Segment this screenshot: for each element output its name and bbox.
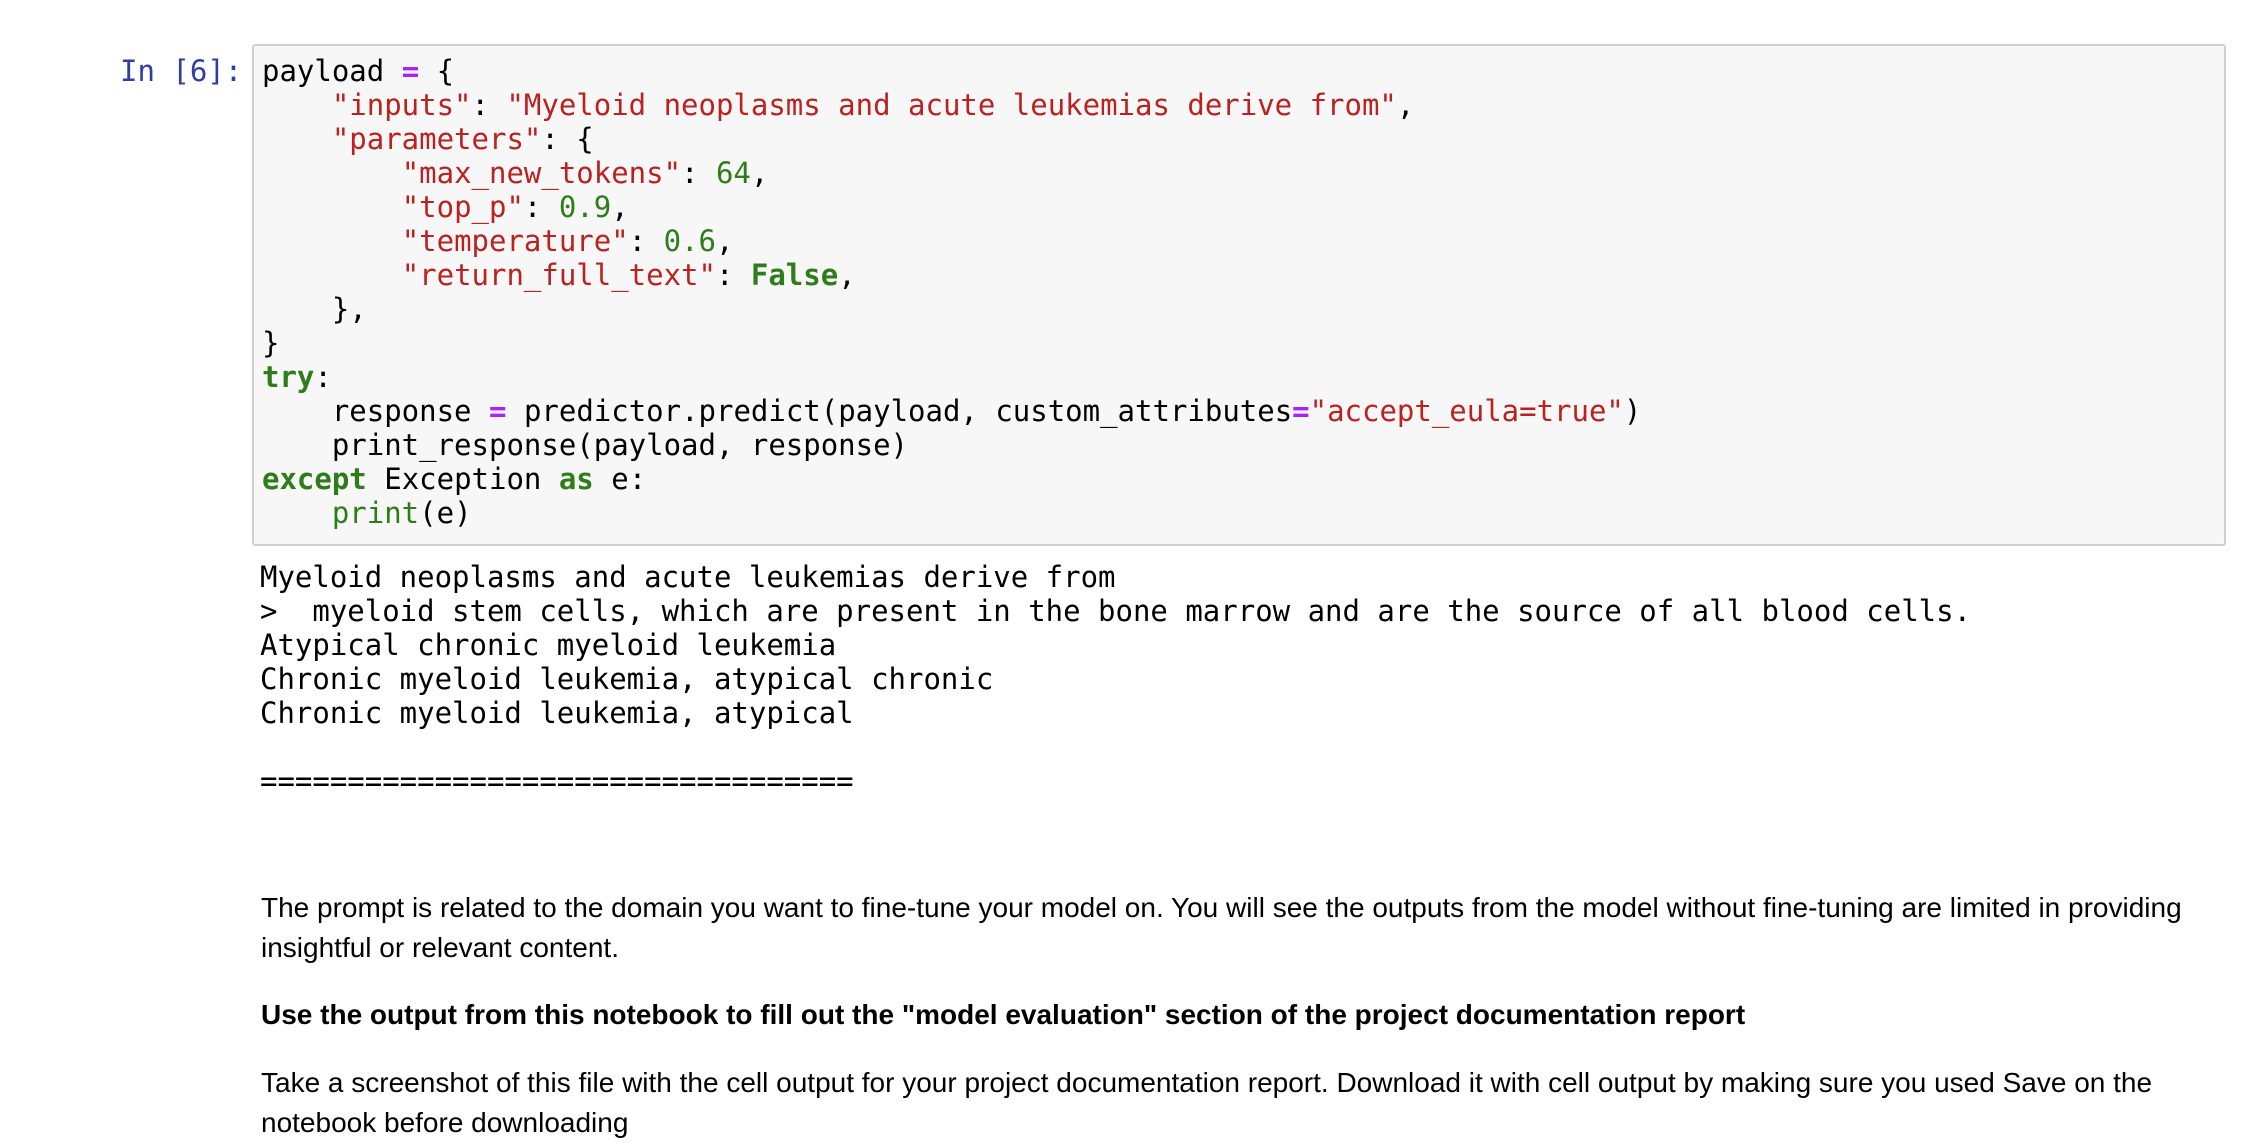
try-keyword: try	[262, 360, 315, 394]
markdown-cell-intro: The prompt is related to the domain you …	[261, 888, 2221, 968]
markdown-bold-paragraph: Use the output from this notebook to fil…	[261, 999, 1746, 1030]
output-separator: ==================================	[260, 764, 854, 798]
payload-var: payload	[262, 54, 385, 88]
temperature-key: "temperature"	[401, 224, 629, 258]
as-keyword: as	[558, 462, 594, 496]
custom-attributes-value: "accept_eula=true"	[1309, 394, 1624, 428]
markdown-cell-screenshot: Take a screenshot of this file with the …	[261, 1063, 2221, 1143]
inputs-value: "Myeloid neoplasms and acute leukemias d…	[506, 88, 1397, 122]
exception-class: Exception	[384, 462, 542, 496]
print-response-call: print_response(payload, response)	[331, 428, 909, 462]
output-line: Myeloid neoplasms and acute leukemias de…	[260, 560, 1116, 594]
print-arg: (e)	[419, 496, 472, 530]
temperature-value: 0.6	[663, 224, 716, 258]
max-new-tokens-value: 64	[715, 156, 751, 190]
exception-var: e	[611, 462, 629, 496]
output-line: Chronic myeloid leukemia, atypical chron…	[260, 662, 994, 696]
top-p-key: "top_p"	[401, 190, 524, 224]
output-line: Atypical chronic myeloid leukemia	[260, 628, 837, 662]
markdown-paragraph: Take a screenshot of this file with the …	[261, 1067, 2153, 1138]
inputs-key: "inputs"	[331, 88, 472, 122]
response-var: response	[331, 394, 472, 428]
return-full-text-value: False	[750, 258, 839, 292]
code-input-area[interactable]: payload = { "inputs": "Myeloid neoplasms…	[252, 44, 2226, 546]
print-builtin: print	[331, 496, 420, 530]
markdown-paragraph: The prompt is related to the domain you …	[261, 892, 2182, 963]
input-prompt: In [6]:	[120, 54, 243, 88]
output-line: > myeloid stem cells, which are present …	[260, 594, 1972, 628]
output-line: Chronic myeloid leukemia, atypical	[260, 696, 854, 730]
markdown-cell-instruction: Use the output from this notebook to fil…	[261, 995, 2221, 1035]
predict-call: predictor.predict(payload, custom_attrib…	[523, 394, 1293, 428]
return-full-text-key: "return_full_text"	[401, 258, 716, 292]
parameters-key: "parameters"	[331, 122, 542, 156]
top-p-value: 0.9	[558, 190, 612, 224]
code-editor[interactable]: payload = { "inputs": "Myeloid neoplasms…	[262, 54, 1641, 530]
max-new-tokens-key: "max_new_tokens"	[401, 156, 682, 190]
cell-output: Myeloid neoplasms and acute leukemias de…	[260, 560, 1971, 798]
except-keyword: except	[262, 462, 367, 496]
